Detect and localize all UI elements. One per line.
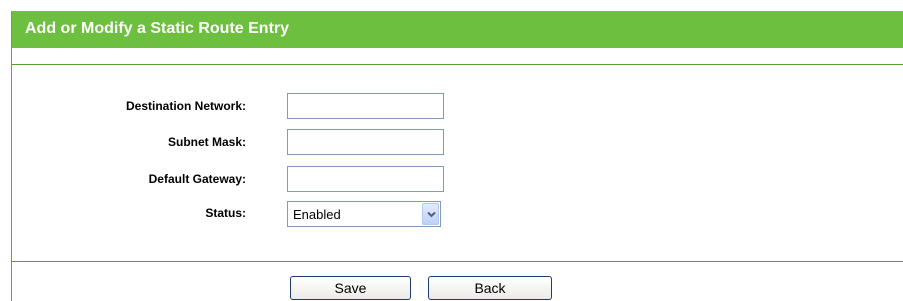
panel-frame bbox=[11, 11, 903, 301]
save-button[interactable]: Save bbox=[290, 276, 411, 300]
default-gateway-input[interactable] bbox=[287, 166, 444, 192]
dropdown-button[interactable] bbox=[422, 203, 439, 225]
subnet-mask-input[interactable] bbox=[287, 129, 444, 155]
subnet-mask-label: Subnet Mask: bbox=[167, 135, 246, 149]
destination-network-input[interactable] bbox=[287, 93, 444, 119]
default-gateway-label: Default Gateway: bbox=[148, 172, 246, 186]
back-button[interactable]: Back bbox=[428, 276, 552, 300]
status-select[interactable]: Enabled bbox=[287, 201, 441, 227]
status-label: Status: bbox=[205, 206, 246, 220]
bottom-divider bbox=[12, 261, 903, 262]
chevron-down-icon bbox=[427, 211, 436, 218]
top-divider bbox=[12, 64, 903, 65]
page-title: Add or Modify a Static Route Entry bbox=[25, 20, 290, 37]
status-select-value: Enabled bbox=[293, 207, 341, 222]
destination-network-label: Destination Network: bbox=[125, 99, 246, 113]
